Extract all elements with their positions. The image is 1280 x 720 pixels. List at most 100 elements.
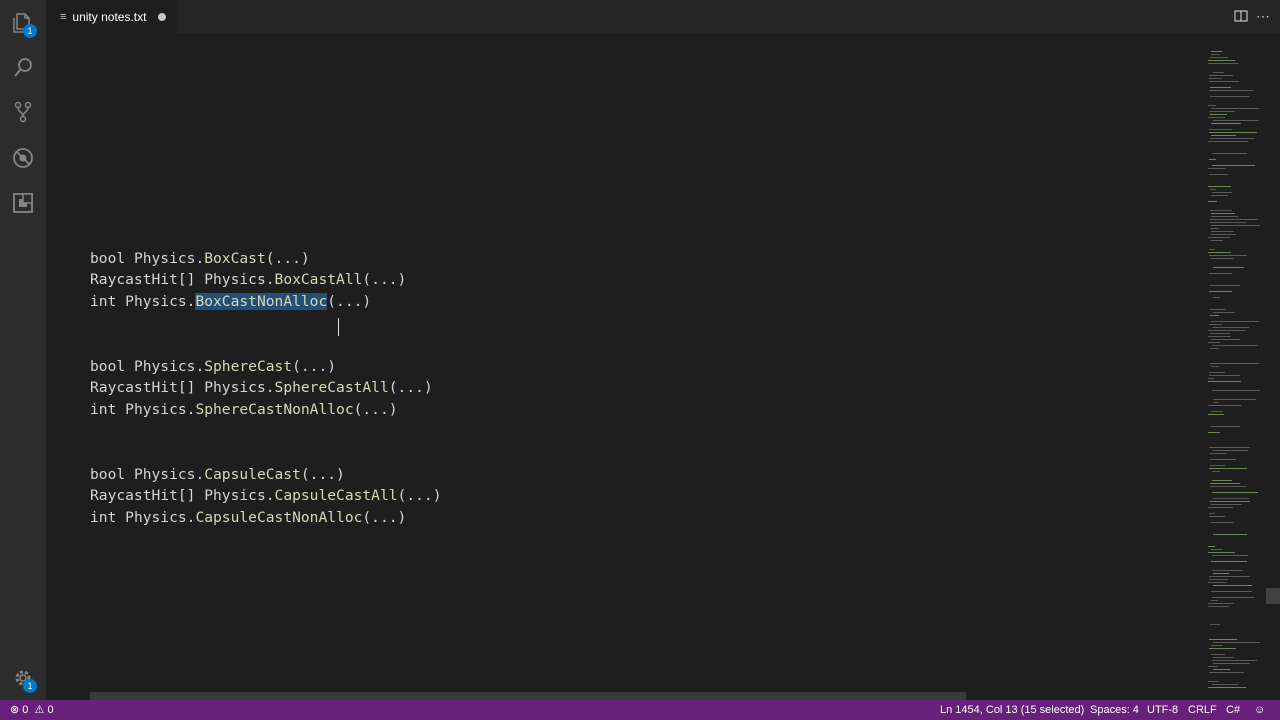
minimap-line [1210, 210, 1232, 211]
minimap-line [1210, 114, 1227, 115]
minimap-line [1209, 273, 1232, 274]
minimap-line [1209, 174, 1228, 175]
minimap-line [1212, 345, 1258, 346]
minimap-line [1213, 498, 1249, 499]
minimap-line [1209, 78, 1222, 79]
minimap-line [1209, 576, 1250, 577]
unsaved-dot-icon[interactable] [158, 12, 167, 21]
warning-icon: ⚠ [34, 704, 45, 716]
minimap-line [1213, 72, 1224, 73]
language-mode[interactable]: C# [1226, 700, 1240, 720]
code-line[interactable]: RaycastHit[] Physics.BoxCastAll(...) [90, 269, 406, 290]
minimap-line [1208, 381, 1241, 382]
minimap-line [1208, 606, 1229, 607]
minimap-line [1209, 159, 1216, 160]
minimap-line [1208, 252, 1231, 253]
minimap-line [1211, 426, 1240, 427]
manage-badge: 1 [23, 679, 37, 693]
minimap-line [1208, 414, 1224, 415]
vertical-scroll-thumb[interactable] [1266, 588, 1280, 604]
minimap-line [1211, 195, 1228, 196]
minimap-line [1209, 513, 1215, 514]
minimap-line [1211, 339, 1240, 340]
minimap-line [1208, 681, 1219, 682]
minimap-line [1209, 516, 1225, 517]
minimap-line [1208, 378, 1214, 379]
code-line[interactable]: int Physics.BoxCastNonAlloc(...) [90, 291, 371, 312]
feedback-icon[interactable]: ☺ [1254, 700, 1265, 720]
tab-bar: ≡ unity notes.txt ⋯ [46, 0, 1280, 33]
minimap-line [1208, 237, 1230, 238]
minimap-line [1211, 645, 1223, 646]
cursor-position[interactable]: Ln 1454, Col 13 (15 selected) [940, 700, 1084, 720]
minimap-line [1209, 75, 1233, 76]
minimap-line [1210, 96, 1249, 97]
search-icon[interactable] [11, 56, 35, 80]
code-line[interactable]: int Physics.CapsuleCastNonAlloc(...) [90, 507, 406, 528]
minimap-line [1208, 546, 1215, 547]
activity-bar: 1 1 [0, 0, 46, 700]
minimap-line [1211, 522, 1234, 523]
code-line[interactable]: bool Physics.SphereCast(...) [90, 356, 336, 377]
minimap-line [1209, 372, 1225, 373]
line-ending[interactable]: CRLF [1188, 700, 1217, 720]
minimap-line [1208, 330, 1245, 331]
code-line[interactable]: RaycastHit[] Physics.SphereCastAll(...) [90, 377, 433, 398]
minimap-line [1210, 483, 1240, 484]
minimap-line [1213, 663, 1250, 664]
minimap-line [1210, 465, 1225, 466]
minimap-line [1210, 57, 1228, 58]
minimap-line [1210, 138, 1254, 139]
minimap-line [1210, 501, 1250, 502]
minimap-line [1212, 192, 1232, 193]
split-editor-icon[interactable] [1234, 9, 1248, 23]
minimap-line [1210, 222, 1246, 223]
code-line[interactable]: int Physics.SphereCastNonAlloc(...) [90, 399, 398, 420]
minimap-line [1209, 90, 1253, 91]
code-line[interactable]: bool Physics.BoxCast(...) [90, 248, 310, 269]
minimap-line [1209, 579, 1228, 580]
minimap-line [1209, 255, 1247, 256]
minimap-line [1211, 216, 1238, 217]
minimap-line [1210, 453, 1227, 454]
encoding[interactable]: UTF-8 [1147, 700, 1178, 720]
minimap-line [1211, 240, 1223, 241]
minimap-line [1210, 228, 1219, 229]
minimap-line [1211, 321, 1259, 322]
code-line[interactable]: bool Physics.CapsuleCast(...) [90, 464, 345, 485]
minimap-line [1209, 291, 1232, 292]
tab-unity-notes[interactable]: ≡ unity notes.txt [46, 0, 178, 33]
source-control-icon[interactable] [11, 100, 35, 124]
minimap-line [1212, 327, 1249, 328]
minimap-line [1213, 669, 1230, 670]
indentation[interactable]: Spaces: 4 [1090, 700, 1139, 720]
minimap-line [1209, 132, 1257, 133]
code-line[interactable]: RaycastHit[] Physics.CapsuleCastAll(...) [90, 485, 441, 506]
problems-indicator[interactable]: ⊗ 0 ⚠ 0 [10, 700, 54, 720]
minimap-line [1211, 600, 1218, 601]
minimap-line [1208, 552, 1235, 553]
minimap-line [1213, 402, 1219, 403]
extensions-icon[interactable] [11, 191, 35, 215]
minimap-line [1210, 624, 1220, 625]
minimap-line [1210, 189, 1216, 190]
minimap-line [1212, 165, 1255, 166]
minimap-line [1209, 249, 1215, 250]
minimap-line [1209, 672, 1244, 673]
minimap-line [1208, 687, 1246, 688]
minimap-line [1212, 480, 1232, 481]
editor[interactable]: bool Physics.BoxCast(...) RaycastHit[] P… [46, 33, 1208, 691]
minimap-line [1213, 267, 1244, 268]
more-actions-icon[interactable]: ⋯ [1254, 7, 1272, 25]
tab-title: unity notes.txt [72, 9, 147, 24]
minimap-line [1212, 684, 1238, 685]
minimap-line [1210, 111, 1235, 112]
error-icon: ⊗ [10, 704, 20, 716]
horizontal-scrollbar[interactable] [90, 692, 966, 700]
debug-icon[interactable] [11, 146, 35, 170]
minimap-line [1211, 654, 1225, 655]
minimap-line [1208, 603, 1234, 604]
minimap[interactable] [1208, 33, 1266, 693]
minimap-line [1213, 450, 1248, 451]
minimap-line [1211, 135, 1236, 136]
